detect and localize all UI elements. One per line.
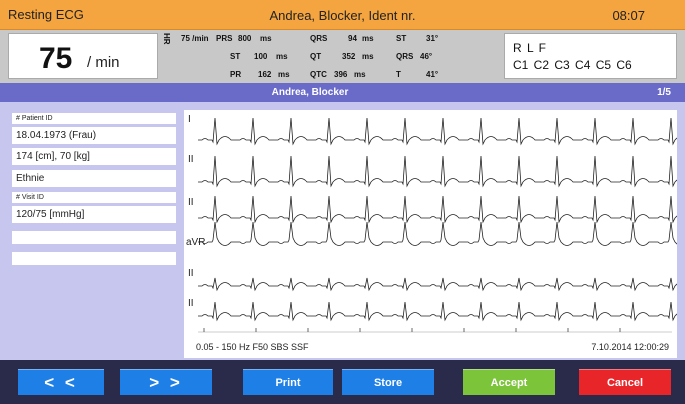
- extra-field-1[interactable]: [12, 231, 176, 244]
- ecg-lead-trace: [198, 301, 677, 322]
- patient-title: Andrea, Blocker, Ident nr.: [269, 8, 416, 23]
- measure-unit: ms: [354, 70, 366, 79]
- measure-unit: ms: [260, 34, 272, 43]
- ecg-lead-trace: [198, 155, 677, 188]
- measure-unit: ms: [362, 34, 374, 43]
- measure-unit: ms: [362, 52, 374, 61]
- ecg-display[interactable]: I II II aVR II II 0.05 - 150 Hz F50 SBS …: [184, 110, 677, 358]
- measure-value: 396: [334, 70, 348, 79]
- patient-id-field[interactable]: # Patient ID: [12, 113, 176, 124]
- lead-status-box: R L F C1 C2 C3 C4 C5 C6: [504, 33, 677, 79]
- recording-timestamp: 7.10.2014 12:00:29: [591, 342, 669, 352]
- measure-key: QTC: [310, 70, 327, 79]
- measure-value: 162: [258, 70, 272, 79]
- next-button[interactable]: > >: [120, 369, 212, 395]
- measure-value: 800: [238, 34, 252, 43]
- ecg-lead-trace: [198, 117, 677, 146]
- visit-id-field[interactable]: # Visit ID: [12, 192, 176, 203]
- ecg-lead-trace: [198, 195, 677, 224]
- measure-key: ST: [396, 34, 407, 43]
- measure-key: QRS: [396, 52, 414, 61]
- measure-key: QRS: [310, 34, 328, 43]
- measure-value: 31°: [426, 34, 439, 43]
- patient-bar: Andrea, Blocker 1/5: [0, 83, 685, 102]
- chest-leads: C1 C2 C3 C4 C5 C6: [513, 58, 632, 72]
- lead-label: II: [188, 154, 194, 165]
- accept-button[interactable]: Accept: [463, 369, 555, 395]
- measure-key: PRS: [216, 34, 233, 43]
- measure-value: 41°: [426, 70, 439, 79]
- hr-small-value: 75 /min: [181, 34, 209, 43]
- measure-key: PR: [230, 70, 242, 79]
- page-indicator: 1/5: [657, 87, 671, 98]
- clock: 08:07: [612, 8, 645, 23]
- lead-label: aVR: [186, 237, 206, 248]
- ecg-traces: [198, 117, 677, 333]
- measurements-panel: 75 / min HR 75 /min PRS 800 ms QRS 94 ms…: [0, 30, 685, 83]
- button-bar: < < > > Print Store Accept Cancel: [0, 360, 685, 404]
- lead-label: II: [188, 298, 194, 309]
- print-button[interactable]: Print: [243, 369, 333, 395]
- dob-field[interactable]: 18.04.1973 (Frau): [12, 127, 176, 144]
- measure-value: 94: [348, 34, 357, 43]
- measure-key: ST: [230, 52, 241, 61]
- ecg-lead-trace: [198, 277, 677, 292]
- prev-button[interactable]: < <: [18, 369, 104, 395]
- blood-pressure-field[interactable]: 120/75 [mmHg]: [12, 206, 176, 223]
- cancel-button[interactable]: Cancel: [579, 369, 671, 395]
- main-area: # Patient ID 18.04.1973 (Frau) 174 [cm],…: [0, 102, 685, 360]
- measure-value: 100: [254, 52, 268, 61]
- ethnicity-field[interactable]: Ethnie: [12, 170, 176, 187]
- measure-unit: ms: [276, 52, 288, 61]
- hr-label: HR: [162, 33, 171, 45]
- extra-field-2[interactable]: [12, 252, 176, 265]
- title-bar: Resting ECG Andrea, Blocker, Ident nr. 0…: [0, 0, 685, 30]
- heart-rate-display: 75 / min: [8, 33, 158, 79]
- lead-label: I: [188, 114, 191, 125]
- store-button[interactable]: Store: [342, 369, 434, 395]
- lead-label: II: [188, 197, 194, 208]
- lead-label: II: [188, 268, 194, 279]
- limb-leads: R L F: [513, 41, 547, 55]
- heart-rate-unit: / min: [87, 54, 120, 71]
- measure-key: QT: [310, 52, 322, 61]
- heart-rate-value: 75: [39, 42, 73, 75]
- filter-info: 0.05 - 150 Hz F50 SBS SSF: [196, 342, 309, 352]
- measure-value: 352: [342, 52, 356, 61]
- ecg-lead-trace: [198, 221, 677, 246]
- height-weight-field[interactable]: 174 [cm], 70 [kg]: [12, 148, 176, 165]
- measure-unit: ms: [278, 70, 290, 79]
- patient-name: Andrea, Blocker: [271, 87, 349, 98]
- measure-value: 46°: [420, 52, 433, 61]
- measure-key: T: [396, 70, 401, 79]
